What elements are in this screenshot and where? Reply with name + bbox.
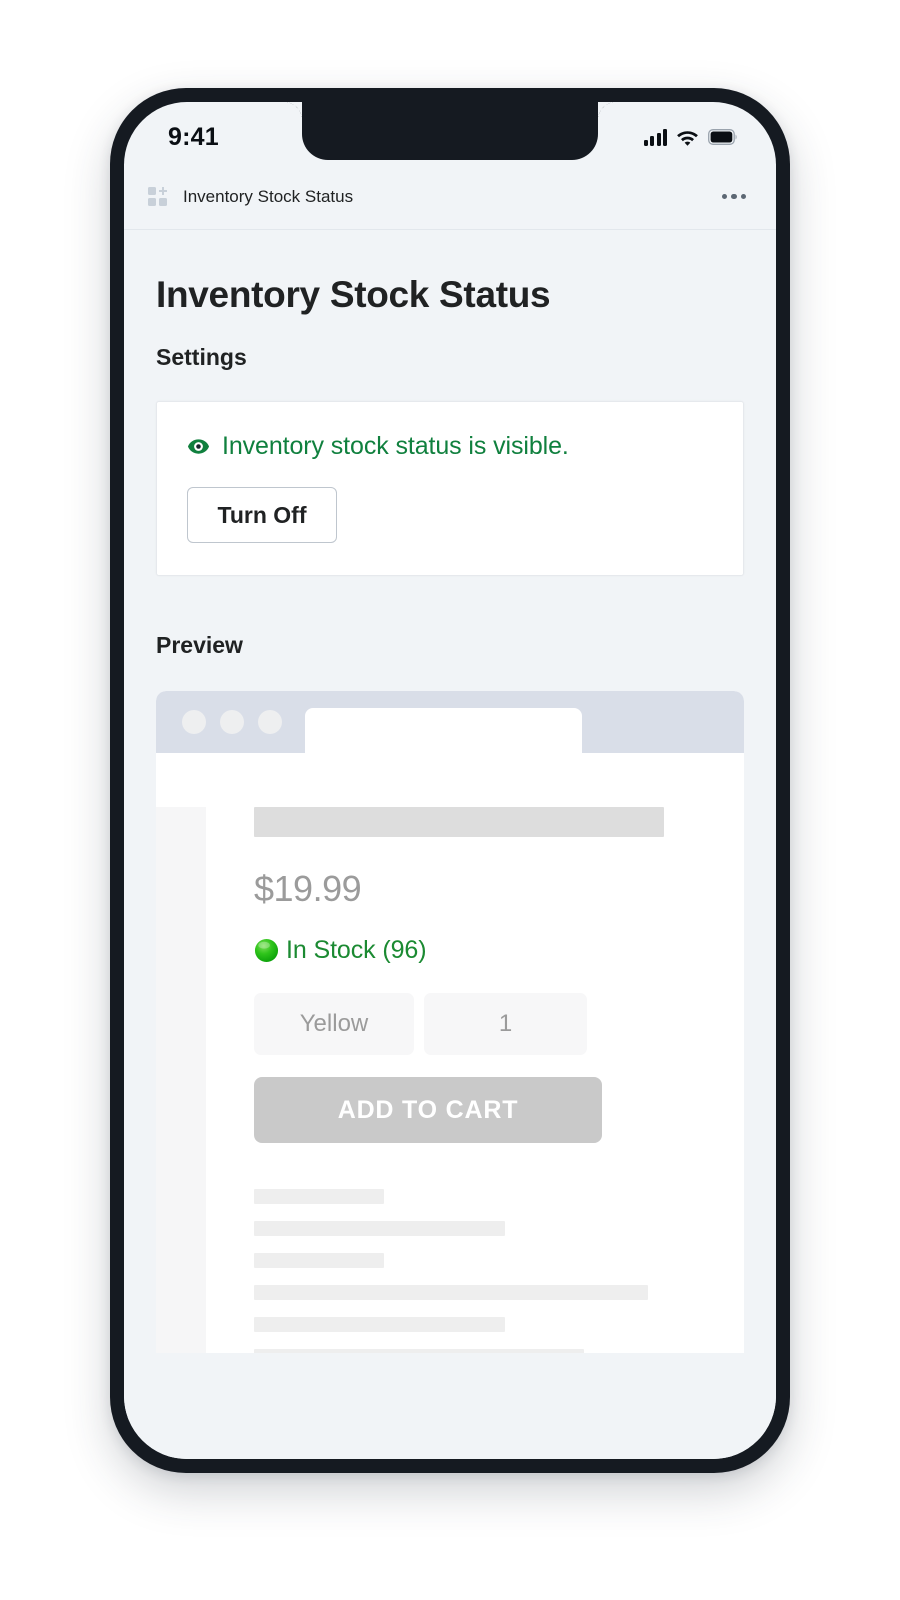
product-gallery-placeholder	[156, 807, 206, 1353]
status-bar-time: 9:41	[168, 122, 219, 151]
preview-browser-mock: $19.99 In Stock (96) Yellow 1 ADD TO CAR…	[156, 691, 744, 1353]
add-to-cart-button[interactable]: ADD TO CART	[254, 1077, 602, 1143]
apps-grid-add-icon	[148, 187, 167, 206]
product-details-panel: $19.99 In Stock (96) Yellow 1 ADD TO CAR…	[254, 807, 720, 1353]
skeleton-line	[254, 1285, 648, 1300]
phone-device-frame: 9:41 Inventory Stock Status Inventory St…	[110, 88, 790, 1473]
app-header-bar: Inventory Stock Status	[124, 164, 776, 230]
green-circle-icon	[254, 938, 279, 963]
skeleton-line	[254, 1189, 384, 1204]
phone-screen: 9:41 Inventory Stock Status Inventory St…	[124, 102, 776, 1459]
skeleton-line	[254, 1221, 505, 1236]
signal-icon	[643, 128, 667, 146]
preview-heading: Preview	[156, 632, 243, 658]
stock-status-text: In Stock (96)	[286, 936, 427, 964]
variant-select[interactable]: Yellow	[254, 993, 414, 1055]
product-title-placeholder	[254, 807, 664, 837]
page-body: Inventory Stock Status Settings Inventor…	[124, 230, 776, 1459]
battery-icon	[708, 129, 737, 145]
skeleton-line	[254, 1349, 584, 1353]
product-options-row: Yellow 1	[254, 993, 720, 1055]
visibility-status-text: Inventory stock status is visible.	[222, 432, 569, 460]
visibility-status-row: Inventory stock status is visible.	[187, 432, 713, 461]
kebab-menu-icon[interactable]	[720, 188, 749, 206]
settings-heading: Settings	[156, 344, 247, 370]
status-bar: 9:41	[124, 102, 776, 164]
product-price: $19.99	[254, 868, 362, 909]
browser-tab	[305, 708, 582, 753]
app-header-title: Inventory Stock Status	[183, 186, 354, 206]
wifi-icon	[677, 130, 698, 146]
skeleton-line	[254, 1317, 505, 1332]
browser-content-area: $19.99 In Stock (96) Yellow 1 ADD TO CAR…	[156, 753, 744, 1353]
status-bar-icons	[643, 128, 739, 146]
skeleton-line	[254, 1253, 384, 1268]
screenshot-stage: 9:41 Inventory Stock Status Inventory St…	[0, 0, 900, 1600]
product-description-skeleton	[254, 1189, 720, 1353]
stock-status-row: In Stock (96)	[254, 936, 720, 965]
eye-icon	[187, 439, 210, 454]
browser-traffic-light-dots	[182, 710, 282, 734]
turn-off-button[interactable]: Turn Off	[187, 487, 337, 543]
browser-chrome-bar	[156, 691, 744, 753]
quantity-input[interactable]: 1	[424, 993, 587, 1055]
page-title: Inventory Stock Status	[156, 274, 551, 315]
settings-card: Inventory stock status is visible. Turn …	[156, 401, 744, 576]
